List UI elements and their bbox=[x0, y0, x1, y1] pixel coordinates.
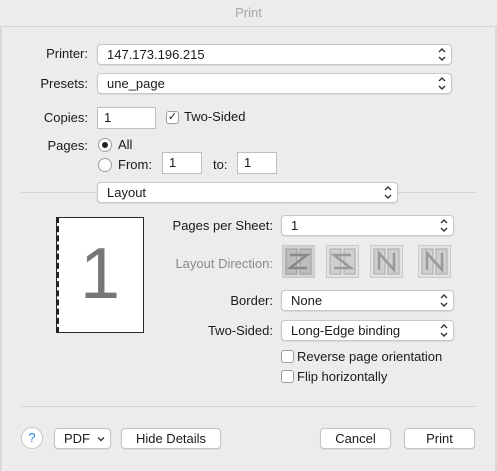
section-popup-value: Layout bbox=[107, 185, 147, 200]
two-sided-binding-value: Long-Edge binding bbox=[291, 323, 401, 338]
layout-direction-label: Layout Direction: bbox=[175, 256, 273, 271]
section-popup[interactable]: Layout bbox=[97, 182, 398, 203]
pdf-menu-button[interactable]: PDF bbox=[54, 428, 111, 449]
two-sided-binding-popup[interactable]: Long-Edge binding bbox=[281, 320, 454, 341]
radio-selected-dot bbox=[102, 142, 108, 148]
reverse-orientation-label: Reverse page orientation bbox=[297, 349, 443, 364]
up-down-arrows-icon bbox=[440, 219, 448, 232]
two-sided-binding-label: Two-Sided: bbox=[207, 323, 273, 338]
layout-reverse-z-icon[interactable] bbox=[326, 245, 359, 278]
reverse-orientation-checkbox[interactable] bbox=[281, 350, 294, 363]
printer-label: Printer: bbox=[46, 46, 88, 61]
presets-value: une_page bbox=[107, 76, 165, 91]
border-popup[interactable]: None bbox=[281, 290, 454, 311]
printer-popup[interactable]: 147.173.196.215 bbox=[97, 44, 452, 65]
border-label: Border: bbox=[230, 293, 273, 308]
pages-from-label: From: bbox=[118, 157, 152, 172]
layout-reverse-n-icon[interactable] bbox=[418, 245, 451, 278]
up-down-arrows-icon bbox=[440, 324, 448, 337]
layout-z-icon[interactable] bbox=[282, 245, 315, 278]
footer-divider bbox=[21, 406, 476, 407]
flip-horizontally-checkbox[interactable] bbox=[281, 370, 294, 383]
copies-field[interactable]: 1 bbox=[97, 107, 156, 129]
printer-value: 147.173.196.215 bbox=[107, 47, 205, 62]
border-value: None bbox=[291, 293, 323, 308]
pages-all-radio[interactable] bbox=[98, 138, 112, 152]
pages-to-label: to: bbox=[213, 157, 228, 172]
presets-label: Presets: bbox=[40, 76, 88, 91]
preview-page-number: 1 bbox=[79, 234, 121, 314]
hide-details-button[interactable]: Hide Details bbox=[121, 428, 221, 449]
copies-label: Copies: bbox=[43, 110, 88, 125]
two-sided-checkbox[interactable]: ✓ bbox=[166, 111, 179, 124]
cancel-button[interactable]: Cancel bbox=[320, 428, 391, 449]
flip-horizontally-label: Flip horizontally bbox=[297, 369, 388, 384]
up-down-arrows-icon bbox=[440, 294, 448, 307]
up-down-arrows-icon bbox=[438, 48, 446, 61]
help-button[interactable]: ? bbox=[21, 427, 43, 449]
pages-per-sheet-popup[interactable]: 1 bbox=[281, 215, 454, 236]
pages-label: Pages: bbox=[47, 138, 88, 153]
pdf-label: PDF bbox=[64, 431, 90, 446]
window-title: Print bbox=[0, 0, 497, 27]
pages-per-sheet-value: 1 bbox=[291, 218, 299, 233]
window-edge-left bbox=[0, 26, 2, 471]
pages-per-sheet-label: Pages per Sheet: bbox=[172, 218, 273, 233]
checkmark-icon: ✓ bbox=[167, 111, 178, 123]
two-sided-label: Two-Sided bbox=[184, 109, 246, 124]
pages-from-radio[interactable] bbox=[98, 158, 112, 172]
print-button[interactable]: Print bbox=[404, 428, 475, 449]
up-down-arrows-icon bbox=[438, 77, 446, 90]
up-down-arrows-icon bbox=[384, 186, 392, 199]
chevron-down-icon bbox=[97, 437, 105, 442]
layout-n-icon[interactable] bbox=[370, 245, 403, 278]
pages-all-label: All bbox=[118, 137, 133, 152]
pages-to-field[interactable]: 1 bbox=[237, 152, 277, 174]
pages-from-field[interactable]: 1 bbox=[162, 152, 202, 174]
presets-popup[interactable]: une_page bbox=[97, 73, 452, 94]
